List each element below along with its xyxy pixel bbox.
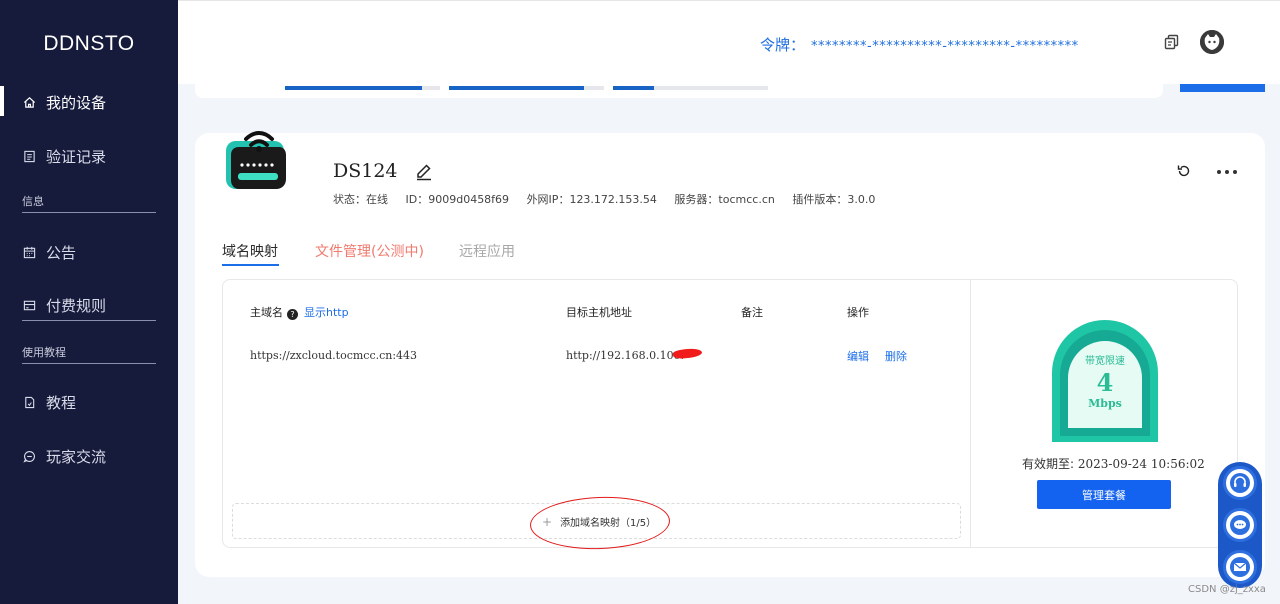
top-action-button[interactable] xyxy=(1180,84,1265,92)
divider xyxy=(970,280,971,547)
column-header-label: 主域名 xyxy=(250,306,283,319)
support-button[interactable] xyxy=(1223,466,1257,500)
section-label-tutorial: 使用教程 xyxy=(22,346,66,359)
bandwidth-gauge: 带宽限速 4 Mbps xyxy=(1050,318,1160,442)
column-header-domain: 主域名? 显示http xyxy=(250,304,349,320)
mail-icon xyxy=(1230,557,1250,577)
progress-bar xyxy=(449,86,604,90)
watermark: CSDN @zj_zxxa xyxy=(1188,584,1266,595)
chat-button[interactable] xyxy=(1223,508,1257,542)
progress-bar xyxy=(285,86,440,90)
card-icon xyxy=(22,299,36,313)
edit-link[interactable]: 编辑 xyxy=(847,348,869,364)
list-icon xyxy=(22,150,36,164)
sidebar-item-verify-log[interactable]: 验证记录 xyxy=(22,146,106,167)
sidebar-item-community[interactable]: 玩家交流 xyxy=(22,446,106,467)
expiry-info: 有效期至: 2023-09-24 10:56:02 xyxy=(1022,455,1205,472)
token-label: 令牌： xyxy=(760,36,806,54)
expiry-label: 有效期至: xyxy=(1022,457,1075,471)
chat-bubble-icon xyxy=(1230,515,1250,535)
device-id: ID：9009d0458f69 xyxy=(405,193,510,206)
document-icon xyxy=(22,396,36,410)
manage-plan-button[interactable]: 管理套餐 xyxy=(1037,480,1171,509)
tab-file-management[interactable]: 文件管理(公测中) xyxy=(315,241,424,261)
gauge-unit: Mbps xyxy=(1088,397,1122,410)
divider xyxy=(22,363,156,364)
tab-domain-mapping[interactable]: 域名映射 xyxy=(222,241,278,261)
active-tab-underline xyxy=(222,264,279,266)
row-target: http://192.168.0.100: xyxy=(566,349,685,362)
sidebar-item-label: 我的设备 xyxy=(46,94,107,112)
active-indicator xyxy=(0,86,4,116)
progress-bar xyxy=(613,86,768,90)
show-http-link[interactable]: 显示http xyxy=(304,306,349,319)
sidebar: DDNSTO 我的设备 验证记录 信息 公告 付费规则 使用教程 教程 玩家交流 xyxy=(0,0,178,604)
edit-icon[interactable] xyxy=(414,161,434,181)
divider xyxy=(22,320,156,321)
delete-link[interactable]: 删除 xyxy=(885,348,907,364)
home-icon xyxy=(22,96,36,110)
sidebar-item-label: 公告 xyxy=(46,244,77,262)
token-value[interactable]: ********-**********-*********-********* xyxy=(811,39,1079,54)
sidebar-item-label: 付费规则 xyxy=(46,297,107,315)
gauge-value: 4 xyxy=(1096,368,1114,397)
sidebar-item-my-devices[interactable]: 我的设备 xyxy=(22,92,106,113)
expiry-value: 2023-09-24 10:56:02 xyxy=(1077,457,1205,471)
gauge-title: 带宽限速 xyxy=(1085,356,1125,367)
device-status: 状态：在线 xyxy=(333,193,388,206)
sidebar-item-label: 教程 xyxy=(46,394,77,412)
device-server: 服务器：tocmcc.cn xyxy=(674,193,775,206)
chat-icon xyxy=(22,450,36,464)
sidebar-item-label: 验证记录 xyxy=(46,148,107,166)
help-icon[interactable]: ? xyxy=(287,309,298,320)
token-display: 令牌： ********-**********-*********-*******… xyxy=(760,34,1079,55)
column-header-target: 目标主机地址 xyxy=(566,306,632,319)
refresh-icon[interactable] xyxy=(1176,163,1192,179)
column-header-note: 备注 xyxy=(741,306,763,319)
more-icon[interactable] xyxy=(1216,162,1238,178)
sidebar-item-tutorial[interactable]: 教程 xyxy=(22,392,76,413)
calendar-icon xyxy=(22,246,36,260)
router-icon xyxy=(224,127,286,191)
sidebar-item-pricing-rules[interactable]: 付费规则 xyxy=(22,295,106,316)
section-label-info: 信息 xyxy=(22,195,44,208)
row-domain: https://zxcloud.tocmcc.cn:443 xyxy=(250,349,418,362)
app-logo[interactable]: DDNSTO xyxy=(0,32,178,56)
tab-remote-apps[interactable]: 远程应用 xyxy=(459,241,515,261)
copy-icon[interactable] xyxy=(1164,34,1180,50)
message-button[interactable] xyxy=(1223,550,1257,584)
sidebar-item-label: 玩家交流 xyxy=(46,448,107,466)
device-name: DS124 xyxy=(333,160,398,182)
device-plugin-version: 插件版本：3.0.0 xyxy=(792,193,876,206)
user-avatar[interactable] xyxy=(1200,30,1224,54)
column-header-action: 操作 xyxy=(847,306,869,319)
headset-icon xyxy=(1230,473,1250,493)
top-header: 令牌： ********-**********-*********-*******… xyxy=(178,0,1280,84)
device-status-line: 状态：在线 ID：9009d0458f69 外网IP：123.172.153.5… xyxy=(333,191,889,207)
divider xyxy=(22,212,156,213)
device-ip: 外网IP：123.172.153.54 xyxy=(526,193,657,206)
sidebar-item-announcement[interactable]: 公告 xyxy=(22,242,76,263)
